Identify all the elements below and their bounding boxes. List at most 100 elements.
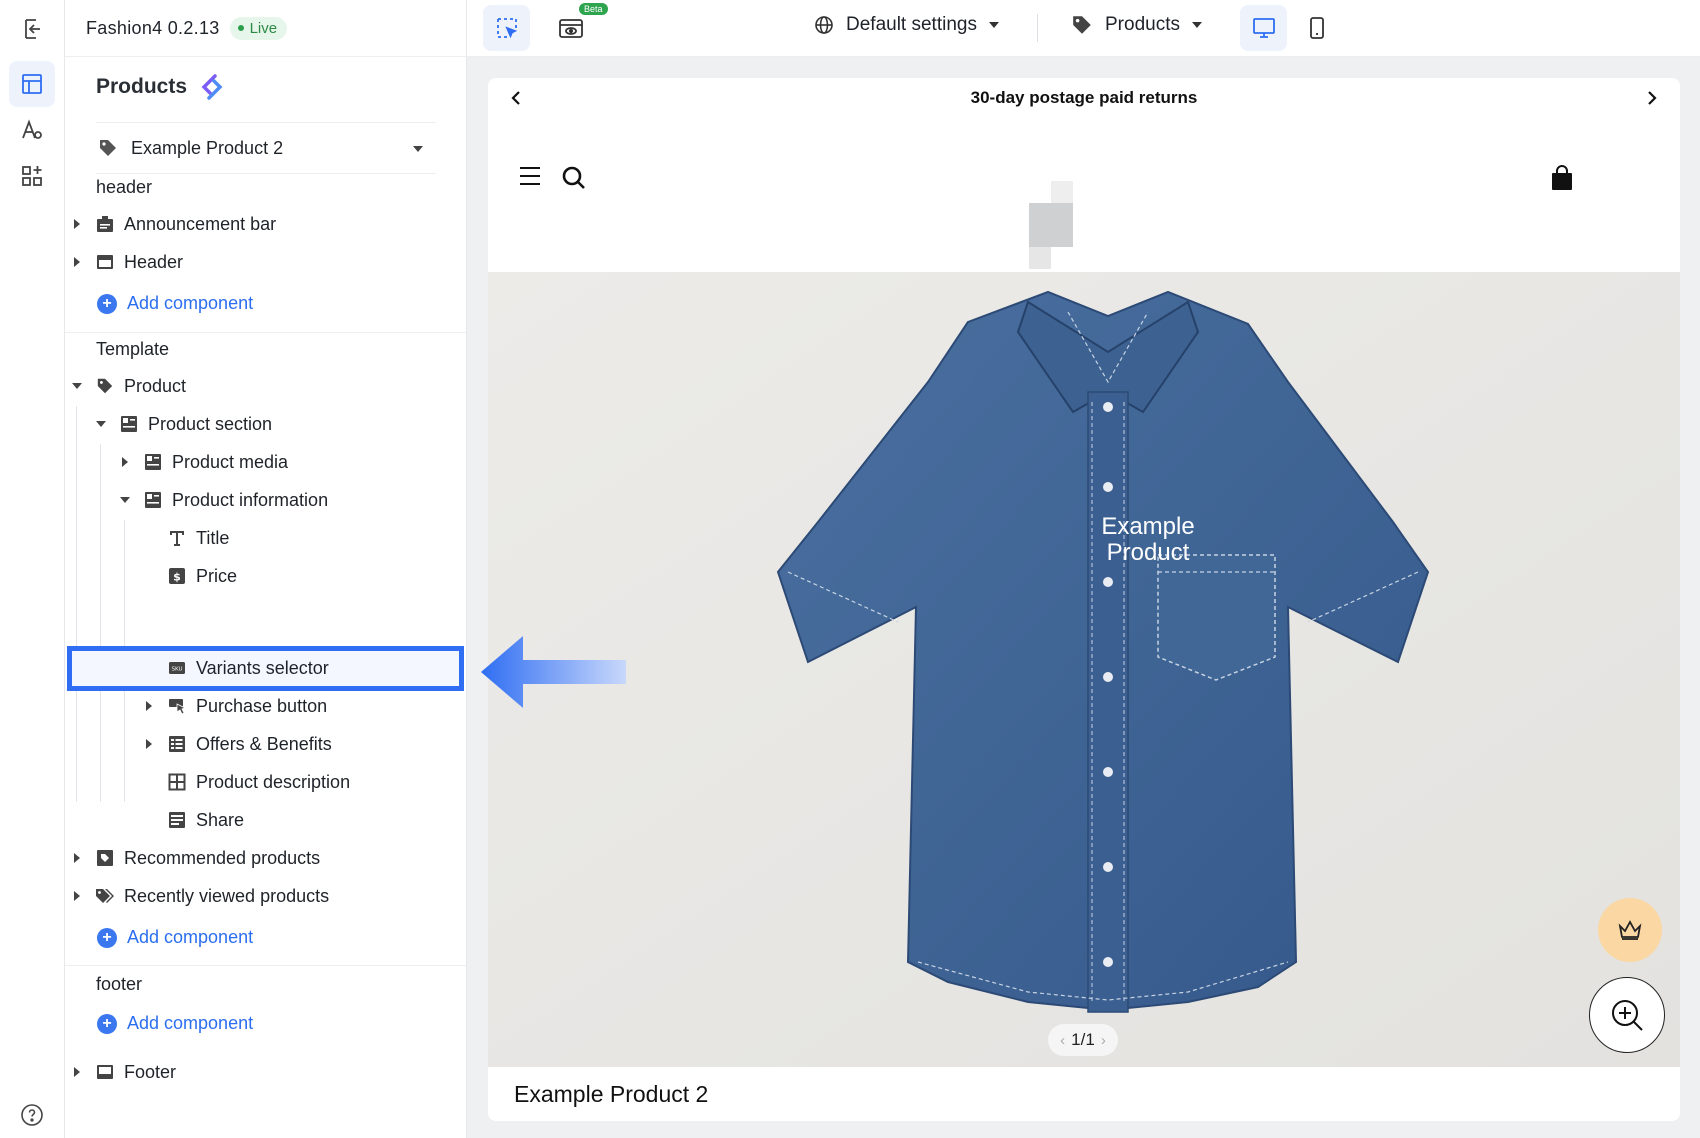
font-style-icon: [22, 119, 42, 139]
recommend-icon: [95, 848, 115, 868]
tree-item-announcement-bar[interactable]: Announcement bar: [71, 204, 276, 244]
panel-title: Products: [96, 74, 225, 100]
announcement-bar[interactable]: 30-day postage paid returns: [488, 78, 1680, 118]
footer-block-icon: [95, 1062, 115, 1082]
collapse-triangle-icon[interactable]: [95, 418, 107, 430]
component-tree-panel: Fashion4 0.2.13 Live Products Example Pr…: [65, 0, 467, 1138]
layout-tab-button[interactable]: [9, 61, 55, 107]
plus-circle-icon: +: [97, 293, 117, 314]
shopping-bag-icon[interactable]: [1550, 165, 1574, 191]
media-pager[interactable]: ‹ 1/1 ›: [1048, 1024, 1118, 1056]
help-button[interactable]: [20, 1103, 44, 1132]
apps-button[interactable]: [9, 153, 55, 199]
expand-triangle-icon[interactable]: [71, 852, 83, 864]
tree-item-footer[interactable]: Footer: [71, 1052, 176, 1092]
tree-item-label: Price: [196, 565, 238, 586]
expand-triangle-icon[interactable]: [71, 1066, 83, 1078]
tag-icon: [95, 376, 115, 396]
tag-icon: [98, 138, 118, 158]
button-cursor-icon: [167, 696, 187, 716]
chevron-left-icon[interactable]: [510, 89, 522, 107]
live-status-label: Live: [249, 19, 278, 37]
divider: [65, 965, 467, 966]
tree-item-title[interactable]: Title: [143, 518, 229, 558]
settings-dropdown[interactable]: Default settings: [814, 14, 999, 36]
select-element-button[interactable]: [483, 5, 530, 51]
expand-triangle-icon[interactable]: [71, 890, 83, 902]
zoom-in-button[interactable]: [1589, 977, 1665, 1053]
tree-item-label: Product description: [196, 771, 351, 792]
exit-editor-button[interactable]: [9, 6, 55, 52]
toolbar-divider: [1037, 14, 1038, 42]
tree-item-recommended-products[interactable]: Recommended products: [71, 838, 320, 878]
product-selector[interactable]: Example Product 2: [96, 122, 436, 174]
tree-item-label: Title: [196, 527, 230, 548]
theme-styles-button[interactable]: [9, 107, 55, 153]
add-component-label: Add component: [127, 927, 254, 947]
product-image: [488, 272, 1680, 1067]
store-logo[interactable]: [1029, 181, 1073, 269]
expand-triangle-icon[interactable]: [71, 218, 83, 230]
expand-triangle-icon[interactable]: [143, 738, 155, 750]
expand-triangle-icon[interactable]: [143, 700, 155, 712]
crown-icon: [1618, 920, 1642, 940]
tree-item-product-information[interactable]: Product information: [119, 480, 328, 520]
tree-item-price[interactable]: $ Price: [143, 556, 237, 596]
menu-icon[interactable]: [518, 165, 542, 187]
tree-item-label: Recommended products: [124, 847, 321, 868]
tree-item-variants-selector[interactable]: SKU Variants selector: [143, 648, 329, 688]
selected-product-label: Example Product 2: [131, 137, 284, 158]
announcement-icon: [95, 214, 115, 234]
tree-item-header[interactable]: Header: [71, 242, 183, 282]
add-component-label: Add component: [127, 293, 254, 313]
chevron-down-icon: [988, 22, 999, 28]
tree-item-product-media[interactable]: Product media: [119, 442, 288, 482]
mobile-view-button[interactable]: [1293, 5, 1340, 51]
tree-item-label: Product information: [172, 489, 329, 510]
help-icon: [21, 1104, 43, 1126]
page-type-dropdown[interactable]: Products: [1071, 14, 1202, 36]
tree-item-purchase-button[interactable]: Purchase button: [143, 686, 327, 726]
svg-text:SKU: SKU: [172, 667, 183, 673]
search-icon[interactable]: [561, 165, 587, 191]
product-media[interactable]: Example Product ‹ 1/1 ›: [488, 272, 1680, 1067]
tree-item-offers-benefits[interactable]: Offers & Benefits: [143, 724, 332, 764]
apps-grid-icon: [22, 166, 42, 186]
store-header: [488, 118, 1680, 272]
storefront-preview[interactable]: 30-day postage paid returns Example Prod…: [488, 78, 1680, 1121]
premium-button[interactable]: [1598, 898, 1662, 962]
select-cursor-icon: [496, 18, 517, 39]
editor-toolbar: Beta Default settings Products: [467, 0, 1700, 57]
chevron-right-icon[interactable]: ›: [1101, 1032, 1106, 1049]
expand-triangle-icon[interactable]: [71, 256, 83, 268]
tree-item-label: Header: [124, 251, 184, 272]
tree-item-label: Variants selector: [196, 657, 329, 678]
collapse-triangle-icon[interactable]: [71, 380, 83, 392]
brand-logo-icon: [201, 74, 223, 100]
chevron-right-icon[interactable]: [1646, 89, 1658, 107]
page-type-dropdown-label: Products: [1105, 14, 1180, 35]
collapse-triangle-icon[interactable]: [119, 494, 131, 506]
panel-title-text: Products: [96, 75, 188, 98]
tree-item-recently-viewed-products[interactable]: Recently viewed products: [71, 876, 329, 916]
divider: [65, 332, 467, 333]
desktop-view-button[interactable]: [1240, 5, 1287, 51]
sku-icon: SKU: [167, 658, 187, 678]
exit-icon: [25, 19, 40, 39]
add-component-footer-button[interactable]: + Add component: [97, 1013, 253, 1034]
tree-item-share[interactable]: Share: [143, 800, 244, 840]
add-component-header-button[interactable]: + Add component: [97, 293, 253, 314]
add-component-template-button[interactable]: + Add component: [97, 927, 253, 948]
tree-item-label: Purchase button: [196, 695, 328, 716]
tag-icon: [1073, 16, 1091, 34]
shirt-print-line: Product: [1106, 539, 1190, 566]
tree-item-label: Product: [124, 375, 187, 396]
tree-item-product-section[interactable]: Product section: [95, 404, 272, 444]
tree-item-product[interactable]: Product: [71, 366, 186, 406]
product-title[interactable]: Example Product 2: [514, 1081, 708, 1108]
tree-item-product-description[interactable]: Product description: [143, 762, 350, 802]
section-icon: [143, 452, 163, 472]
expand-triangle-icon[interactable]: [119, 456, 131, 468]
tree-item-label: Offers & Benefits: [196, 733, 332, 754]
chevron-left-icon[interactable]: ‹: [1060, 1032, 1065, 1049]
